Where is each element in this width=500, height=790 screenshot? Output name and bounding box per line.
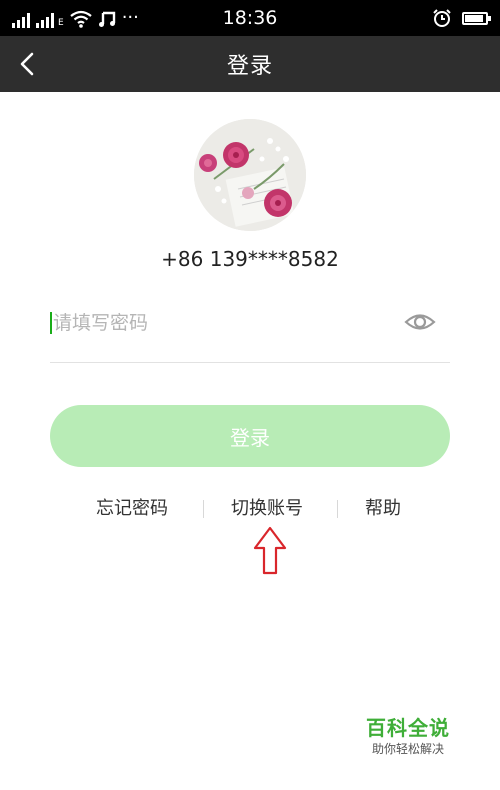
account-links: 忘记密码 切换账号 帮助 (0, 494, 500, 524)
back-arrow-icon[interactable] (14, 50, 42, 78)
wifi-icon (70, 10, 92, 28)
status-right (432, 8, 491, 28)
password-field (50, 300, 450, 363)
watermark: 百科全说 助你轻松解决 (358, 716, 458, 758)
avatar (194, 119, 306, 231)
network-type-label: E (58, 18, 64, 28)
text-cursor (50, 312, 52, 334)
login-button-label: 登录 (230, 425, 270, 450)
login-button[interactable]: 登录 (50, 405, 450, 467)
avatar-image (194, 119, 306, 231)
divider (337, 500, 338, 518)
alarm-icon (433, 9, 451, 27)
status-bar: E ··· 18:36 (0, 0, 500, 36)
status-left: E ··· (12, 8, 139, 28)
forgot-password-link[interactable]: 忘记密码 (96, 494, 168, 524)
battery-icon (462, 11, 491, 25)
annotation-up-arrow-icon (253, 526, 287, 575)
signal-icon (12, 12, 30, 28)
divider (203, 500, 204, 518)
more-icon: ··· (121, 7, 139, 28)
title-bar: 登录 (0, 36, 500, 92)
page-title: 登录 (226, 54, 273, 79)
help-link[interactable]: 帮助 (365, 494, 401, 524)
eye-icon[interactable] (404, 308, 436, 336)
watermark-subtitle: 助你轻松解决 (371, 742, 444, 756)
music-icon (98, 11, 115, 27)
watermark-title: 百科全说 (366, 716, 450, 740)
switch-account-link[interactable]: 切换账号 (231, 494, 303, 524)
signal-icon (36, 12, 54, 28)
account-phone: +86 139****8582 (161, 247, 339, 271)
password-input[interactable] (50, 304, 393, 342)
